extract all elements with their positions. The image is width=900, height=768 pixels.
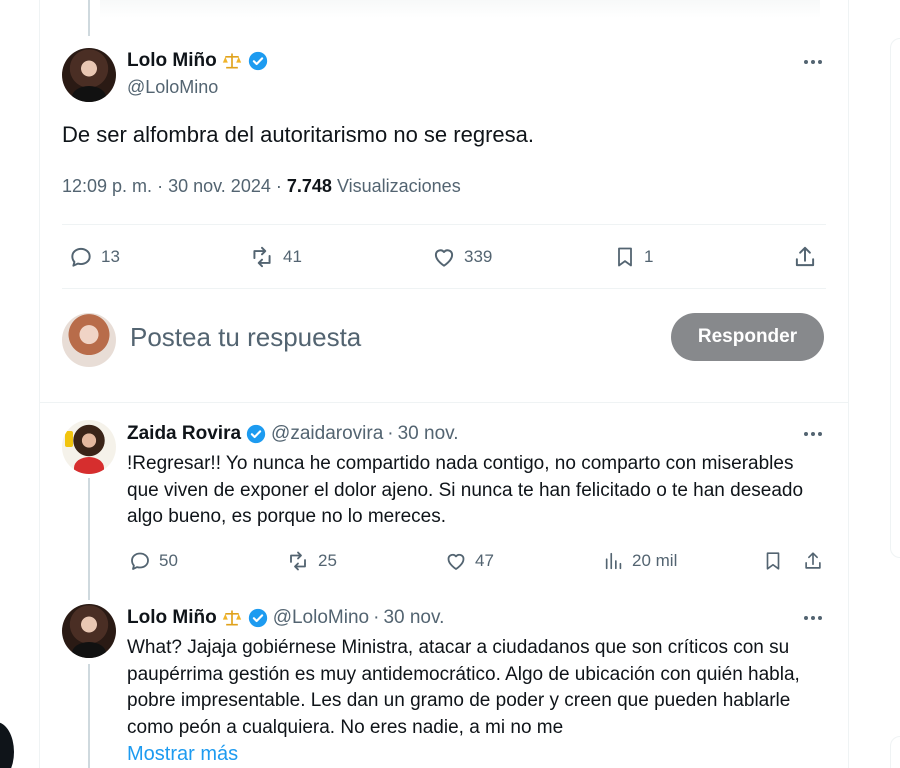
views-label[interactable]: Visualizaciones (337, 176, 461, 196)
repost-button[interactable]: 41 (248, 244, 302, 270)
analytics-icon (605, 552, 622, 570)
share-icon (795, 246, 815, 267)
views-button[interactable]: 20 mil (603, 549, 677, 573)
repost-icon (253, 246, 271, 268)
tweet-text: De ser alfombra del autoritarismo no se … (62, 122, 534, 147)
author-avatar[interactable] (62, 48, 116, 102)
verified-badge-icon (247, 50, 269, 72)
meta-separator: · (387, 423, 394, 444)
divider (62, 224, 826, 225)
reply-text: What? Jajaja gobiérnese Ministra, atacar… (127, 637, 800, 738)
reply-author-avatar[interactable] (62, 420, 116, 474)
reply-button[interactable]: 50 (128, 549, 178, 573)
reply-author-avatar[interactable] (62, 604, 116, 658)
scales-emoji-icon (221, 607, 243, 629)
reply-count: 13 (101, 247, 120, 266)
repost-count: 25 (318, 551, 337, 570)
views-count[interactable]: 7.748 (287, 176, 332, 196)
reply-composer-input[interactable]: Postea tu respuesta (130, 322, 361, 353)
like-button[interactable]: 47 (444, 549, 494, 573)
like-count: 47 (475, 551, 494, 570)
reply-date[interactable]: 30 nov. (398, 423, 459, 445)
reply-icon (131, 552, 149, 570)
author-name-text: Lolo Miño (127, 50, 217, 71)
author-name[interactable]: Lolo Miño (127, 50, 269, 72)
reply-author-handle[interactable]: @zaidarovira (271, 423, 383, 445)
meta-separator: · (373, 607, 380, 628)
author-handle[interactable]: @LoloMino (127, 77, 218, 98)
views-count: 20 mil (632, 551, 678, 570)
reply-count: 50 (159, 551, 178, 570)
reply-author-name-text: Lolo Miño (127, 607, 217, 628)
bookmark-button[interactable]: 1 (613, 244, 653, 270)
verified-badge-icon (247, 607, 269, 629)
meta-separator: · (157, 176, 164, 196)
like-count: 339 (464, 247, 493, 266)
scales-emoji-icon (221, 50, 243, 72)
reply-date[interactable]: 30 nov. (383, 607, 444, 629)
bookmark-icon (766, 552, 780, 570)
floating-button[interactable] (0, 722, 14, 768)
thread-line (88, 478, 90, 600)
share-button[interactable] (802, 549, 824, 573)
verified-badge-icon (245, 423, 267, 445)
reply-author-handle[interactable]: @LoloMino (273, 607, 369, 629)
reply-submit-button[interactable]: Responder (671, 313, 824, 361)
more-options-icon[interactable] (801, 422, 825, 446)
reply-button[interactable]: 13 (68, 244, 120, 270)
thread-connector-top (88, 0, 90, 36)
sidebar-panel (890, 38, 900, 558)
thread-line (88, 664, 90, 768)
tweet-meta: 12:09 p. m. · 30 nov. 2024 · 7.748 Visua… (62, 176, 461, 197)
reply-author-name[interactable]: Zaida Rovira @zaidarovira · 30 nov. (127, 423, 459, 445)
reply-author-name[interactable]: Lolo Miño @LoloMino · 30 nov. (127, 607, 444, 629)
reply-icon (71, 247, 91, 267)
repost-icon (290, 551, 306, 571)
divider (62, 288, 826, 289)
more-options-icon[interactable] (801, 50, 825, 74)
share-icon (805, 552, 821, 569)
like-button[interactable]: 339 (431, 244, 492, 270)
heart-icon (447, 553, 465, 570)
bookmark-button[interactable] (762, 549, 784, 573)
previous-post-edge (100, 0, 820, 18)
tweet-time[interactable]: 12:09 p. m. (62, 176, 152, 196)
current-user-avatar[interactable] (62, 313, 116, 367)
sidebar-panel-lower (890, 736, 900, 768)
share-button[interactable] (792, 244, 818, 270)
reply-text: !Regresar!! Yo nunca he compartido nada … (127, 453, 804, 527)
repost-count: 41 (283, 247, 302, 266)
bookmark-count: 1 (644, 247, 654, 266)
tweet-date[interactable]: 30 nov. 2024 (168, 176, 271, 196)
divider (40, 402, 849, 403)
reply-author-name-text: Zaida Rovira (127, 423, 242, 444)
bookmark-icon (618, 247, 632, 267)
show-more-link[interactable]: Mostrar más (127, 743, 238, 766)
repost-button[interactable]: 25 (285, 549, 337, 573)
more-options-icon[interactable] (801, 606, 825, 630)
heart-icon (434, 249, 454, 267)
meta-separator: · (275, 176, 282, 196)
